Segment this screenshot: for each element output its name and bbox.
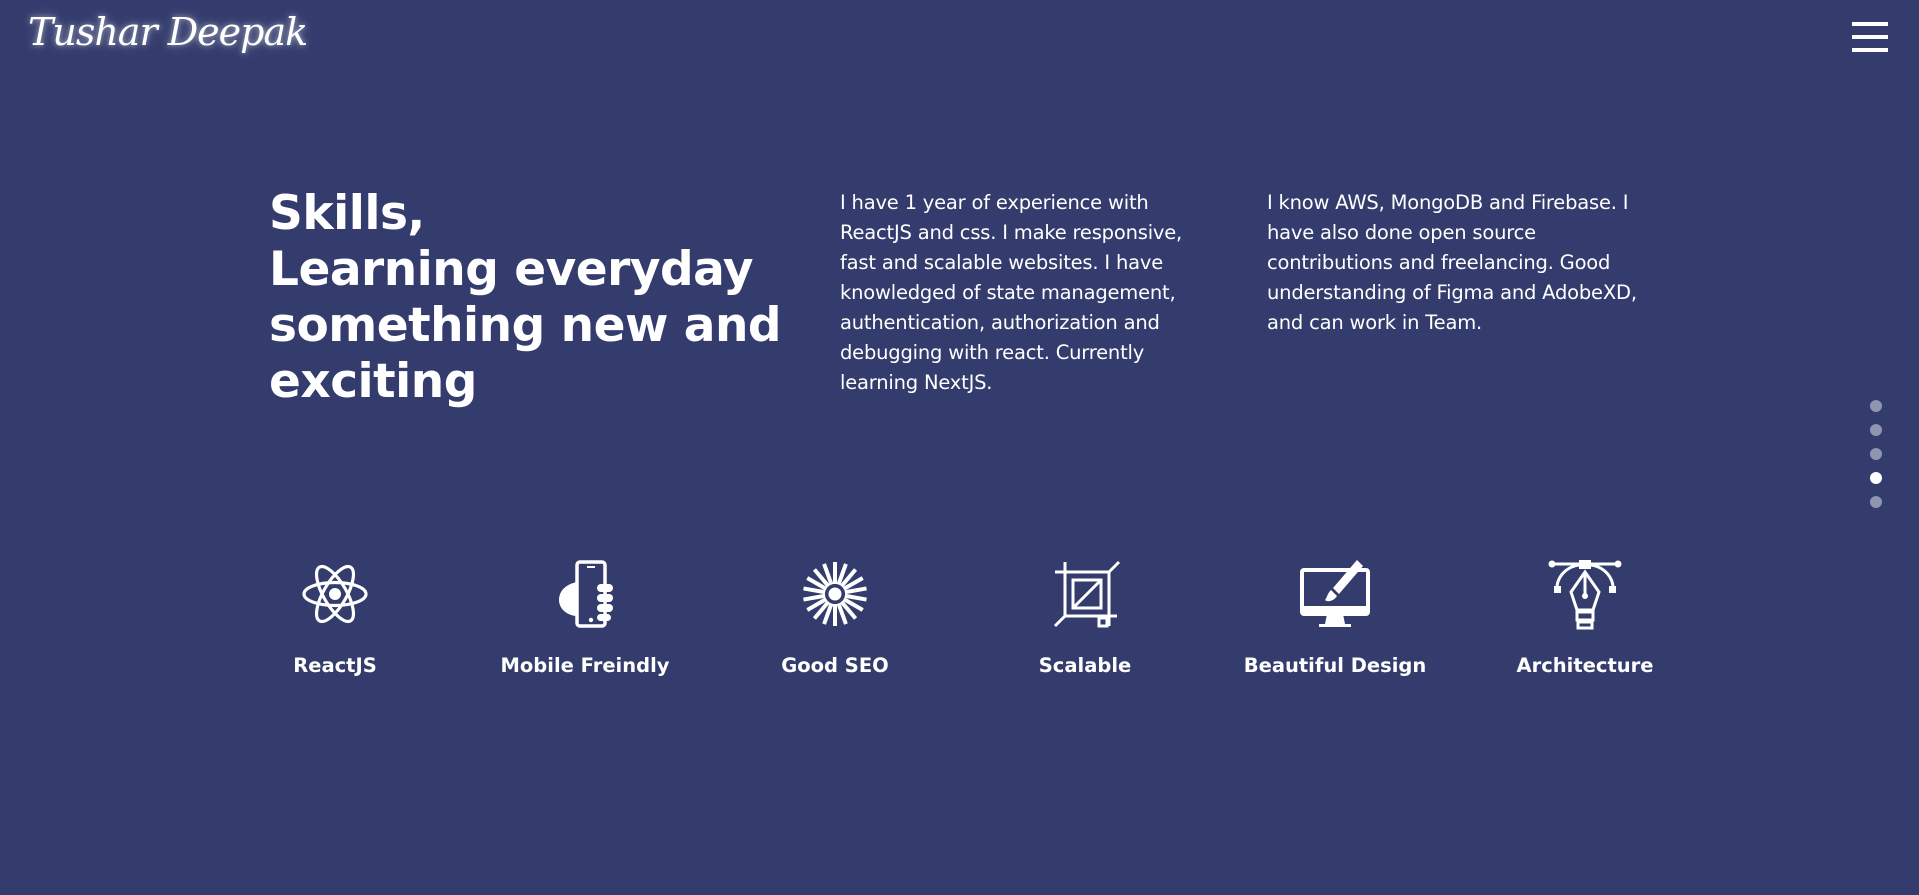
skill-reactjs: ReactJS <box>215 556 455 677</box>
hand-phone-icon <box>559 560 613 628</box>
react-atom-icon <box>302 564 368 624</box>
crop-resize-icon <box>1053 560 1121 628</box>
skill-label: Scalable <box>1038 654 1132 677</box>
menu-bar <box>1852 22 1888 26</box>
hamburger-menu-icon[interactable] <box>1850 20 1890 54</box>
heading-line: Skills, <box>269 186 425 241</box>
skill-label: ReactJS <box>293 654 377 677</box>
section-dot-1[interactable] <box>1870 400 1882 412</box>
menu-bar <box>1852 48 1888 52</box>
heading-line: something new and <box>269 298 782 353</box>
skill-mobile-friendly: Mobile Freindly <box>465 556 705 677</box>
monitor-brush-icon <box>1300 560 1370 627</box>
skill-beautiful-design: Beautiful Design <box>1215 556 1455 677</box>
section-dot-3[interactable] <box>1870 448 1882 460</box>
section-dot-2[interactable] <box>1870 424 1882 436</box>
section-dot-4[interactable] <box>1870 472 1882 484</box>
heading-line: Learning everyday <box>269 242 754 297</box>
skill-label: Good SEO <box>781 654 889 677</box>
skill-label: Architecture <box>1516 654 1654 677</box>
section-dot-5[interactable] <box>1870 496 1882 508</box>
pen-tool-icon <box>1548 560 1622 630</box>
section-dots <box>1870 400 1884 520</box>
radial-burst-icon <box>803 562 867 626</box>
menu-bar <box>1852 35 1888 39</box>
intro-paragraph-2: I know AWS, MongoDB and Firebase. I have… <box>1267 191 1637 334</box>
logo[interactable]: Tushar Deepak <box>28 10 308 54</box>
skill-good-seo: Good SEO <box>715 556 955 677</box>
heading-line: exciting <box>269 354 477 409</box>
skill-architecture: Architecture <box>1465 556 1705 677</box>
skill-scalable: Scalable <box>965 556 1205 677</box>
skills-row: ReactJS Mobile Freindly Good SEO Scalabl… <box>0 556 1919 686</box>
skill-label: Beautiful Design <box>1243 654 1427 677</box>
page-heading: Skills, Learning everyday something new … <box>269 186 809 410</box>
intro-paragraph-1: I have 1 year of experience with ReactJS… <box>840 191 1183 394</box>
skill-label: Mobile Freindly <box>500 654 670 677</box>
